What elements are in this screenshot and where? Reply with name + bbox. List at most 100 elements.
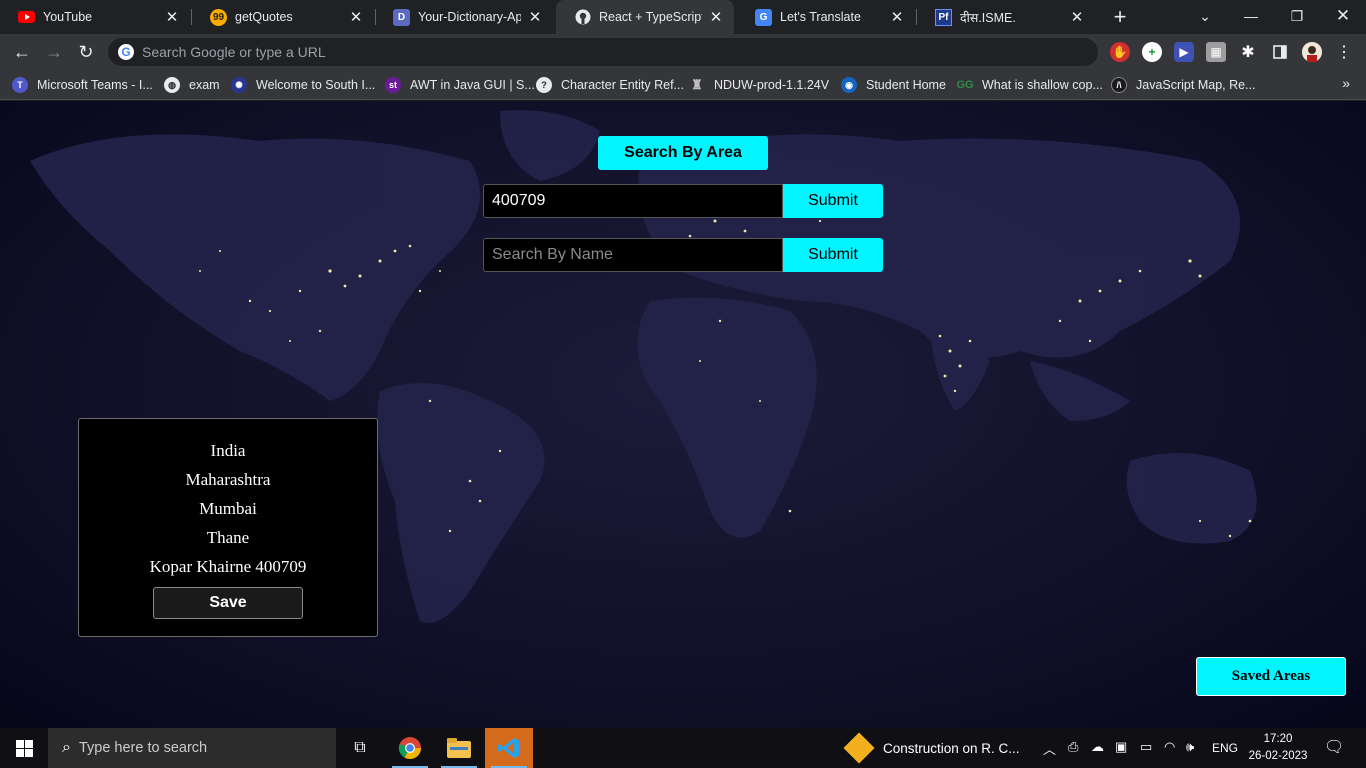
name-search-row: Submit: [483, 238, 883, 272]
restore-icon[interactable]: ❐: [1274, 0, 1320, 32]
result-division: Thane: [206, 528, 250, 547]
close-icon[interactable]: ✕: [527, 9, 543, 26]
bookmark-label: Character Entity Ref...: [561, 78, 684, 92]
close-icon[interactable]: ✕: [1069, 9, 1085, 26]
page-content: Search By Area Submit Submit India Mahar…: [0, 101, 1366, 728]
side-panel-icon[interactable]: [1270, 42, 1290, 62]
tab-title: Your-Dictionary-App: [418, 10, 521, 24]
language-indicator[interactable]: ENG: [1212, 741, 1238, 755]
profile-avatar[interactable]: [1302, 42, 1322, 62]
tab-title: दीस.ISME.: [960, 10, 1016, 25]
clock-date: 26-02-2023: [1248, 750, 1308, 762]
file-explorer-icon[interactable]: [435, 728, 483, 768]
result-district: Mumbai: [199, 499, 257, 518]
bookmark-label: Welcome to South I...: [256, 78, 376, 92]
gfg-icon: GG: [956, 79, 974, 91]
wifi-icon[interactable]: ◠: [1164, 739, 1175, 755]
forward-icon[interactable]: →: [41, 39, 67, 65]
taskbar-news-widget[interactable]: Construction on R. C...: [843, 728, 1020, 768]
clock-time: 17:20: [1263, 733, 1293, 745]
omnibox[interactable]: G: [108, 38, 1098, 66]
onedrive-icon[interactable]: ☁: [1091, 739, 1104, 755]
question-icon: ?: [536, 77, 552, 93]
reload-icon[interactable]: ↻: [73, 39, 99, 65]
result-state: Maharashtra: [185, 470, 271, 489]
tab-title: YouTube: [43, 10, 93, 24]
area-result-card: India Maharashtra Mumbai Thane Kopar Kha…: [78, 418, 378, 637]
window-close-icon[interactable]: ✕: [1320, 0, 1366, 32]
save-button[interactable]: Save: [153, 587, 303, 619]
search-icon: ⌕: [62, 739, 71, 756]
name-submit-button[interactable]: Submit: [783, 238, 883, 272]
tab-strip: YouTube ✕ 99 getQuotes ✕ D Your-Dictiona…: [0, 0, 1366, 34]
tab-title: Let's Translate: [780, 10, 861, 24]
bookmark-item[interactable]: T Microsoft Teams - I...: [12, 75, 153, 95]
close-icon[interactable]: ✕: [164, 9, 180, 26]
close-icon[interactable]: ✕: [889, 9, 905, 26]
result-country: India: [210, 441, 246, 460]
globe-icon: ◍: [164, 77, 180, 93]
bookmark-item[interactable]: GG What is shallow cop...: [956, 75, 1103, 95]
tab-getquotes[interactable]: 99 getQuotes ✕: [192, 0, 374, 34]
tab-dictionary[interactable]: D Your-Dictionary-App ✕: [375, 0, 553, 34]
name-search-input[interactable]: [483, 238, 783, 272]
notification-icon[interactable]: 🗨: [1324, 737, 1344, 757]
bookmark-item[interactable]: ◍ exam: [164, 75, 220, 95]
new-tab-button[interactable]: +: [1108, 4, 1132, 29]
display-icon[interactable]: ▣: [1115, 739, 1127, 755]
address-bar-input[interactable]: [142, 44, 1042, 60]
tab-youtube[interactable]: YouTube ✕: [0, 0, 190, 34]
dictionary-icon: D: [393, 8, 410, 26]
bookmark-item[interactable]: /\ JavaScript Map, Re...: [1111, 75, 1256, 95]
tab-translate[interactable]: G Let's Translate ✕: [737, 0, 915, 34]
bookmark-label: JavaScript Map, Re...: [1136, 78, 1256, 92]
back-icon[interactable]: ←: [9, 39, 35, 65]
add-extension-icon[interactable]: +: [1142, 42, 1162, 62]
github-icon: [574, 9, 591, 26]
bookmarks-overflow-icon[interactable]: »: [1342, 75, 1350, 91]
tab-search-icon[interactable]: ⌄: [1182, 0, 1228, 32]
bookmark-label: NDUW-prod-1.1.24V: [714, 78, 830, 92]
teams-icon: T: [12, 77, 28, 93]
extensions-puzzle-icon[interactable]: ✱: [1238, 42, 1258, 62]
news-text: Construction on R. C...: [883, 740, 1020, 756]
bookmark-item[interactable]: ◉ Student Home: [841, 75, 946, 95]
youtube-icon: [18, 9, 35, 26]
video-extension-icon[interactable]: ▶: [1174, 42, 1194, 62]
windows-start-icon[interactable]: [0, 728, 48, 768]
volume-icon[interactable]: 🕪: [1186, 739, 1194, 755]
taskbar-search-box[interactable]: ⌕ Type here to search: [48, 728, 336, 768]
bookmark-item[interactable]: st AWT in Java GUI | S...: [385, 75, 535, 95]
minimize-icon[interactable]: —: [1228, 0, 1274, 32]
bookmark-item[interactable]: ♜ NDUW-prod-1.1.24V: [689, 75, 829, 95]
google-icon: G: [118, 44, 134, 60]
battery-icon[interactable]: ▭: [1140, 739, 1152, 755]
tab-react-typescript[interactable]: React + TypeScript + I ✕: [556, 0, 734, 34]
pincode-search-row: Submit: [483, 184, 883, 218]
bookmark-label: Microsoft Teams - I...: [37, 78, 153, 92]
pincode-submit-button[interactable]: Submit: [783, 184, 883, 218]
adblock-extension-icon[interactable]: ✋: [1110, 42, 1130, 62]
tab-isme[interactable]: Pf दीस.ISME. ✕: [917, 0, 1095, 34]
tray-chevron-icon[interactable]: ︿: [1043, 739, 1056, 758]
meet-now-icon[interactable]: ⎙: [1068, 739, 1078, 755]
bookmark-item[interactable]: ✺ Welcome to South I...: [231, 75, 375, 95]
chrome-taskbar-icon[interactable]: [386, 728, 434, 768]
task-view-icon[interactable]: ⧉: [336, 728, 384, 768]
taskbar-clock[interactable]: 17:20 26-02-2023: [1246, 731, 1310, 765]
bookmarks-bar: T Microsoft Teams - I... ◍ exam ✺ Welcome t…: [0, 70, 1366, 100]
image-extension-icon[interactable]: ▦: [1206, 42, 1226, 62]
close-icon[interactable]: ✕: [708, 9, 724, 26]
construction-warning-icon: [843, 732, 875, 764]
bookmark-item[interactable]: ? Character Entity Ref...: [536, 75, 684, 95]
menu-icon[interactable]: ⋮: [1334, 42, 1354, 62]
tab-title: React + TypeScript + I: [599, 10, 702, 24]
vscode-taskbar-icon[interactable]: [485, 728, 533, 768]
search-by-area-button[interactable]: Search By Area: [598, 136, 768, 170]
close-icon[interactable]: ✕: [348, 9, 364, 26]
saved-areas-button[interactable]: Saved Areas: [1196, 657, 1346, 696]
code-icon: /\: [1111, 77, 1127, 93]
result-office: Kopar Khairne 400709: [149, 557, 307, 576]
bookmark-label: What is shallow cop...: [982, 78, 1103, 92]
pincode-input[interactable]: [483, 184, 783, 218]
